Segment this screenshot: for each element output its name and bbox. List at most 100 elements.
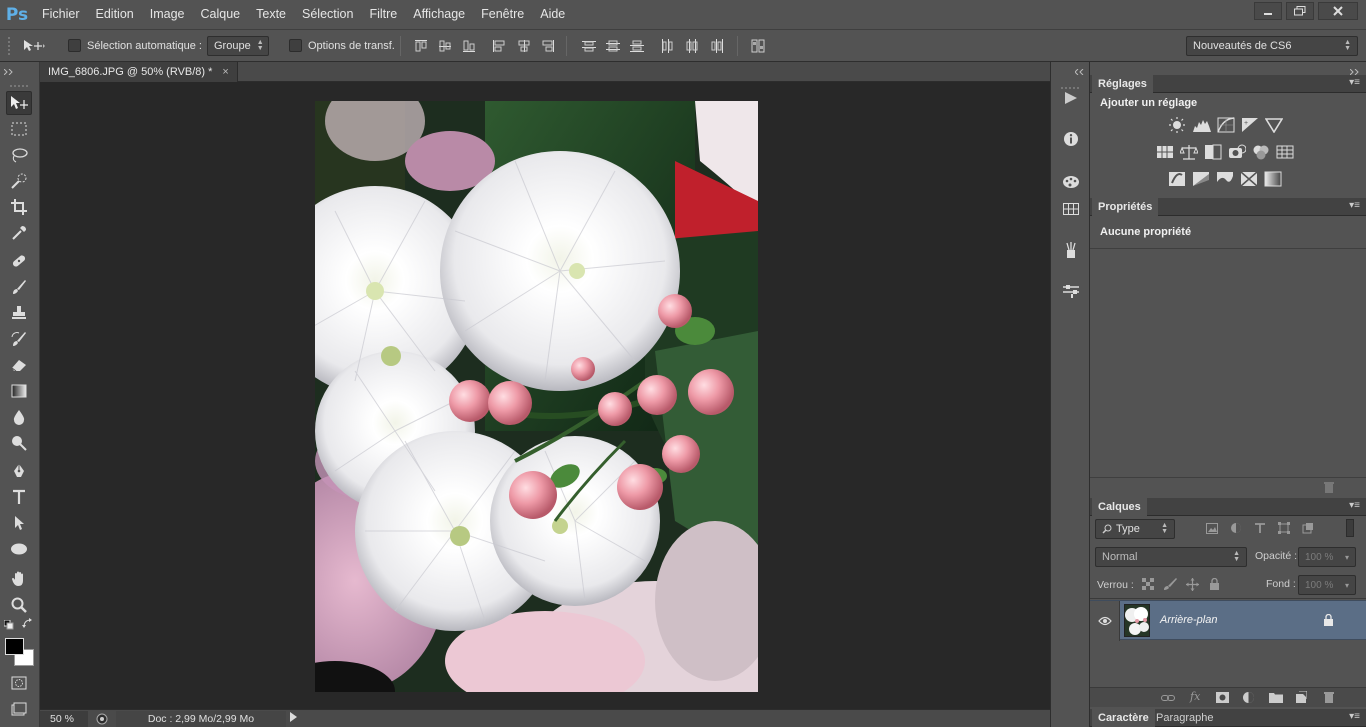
exposure-icon[interactable]: + — [1241, 117, 1259, 133]
healing-brush-tool-icon[interactable] — [6, 249, 32, 273]
menu-selection[interactable]: Sélection — [294, 0, 361, 29]
menu-fichier[interactable]: Fichier — [34, 0, 88, 29]
visibility-cell[interactable] — [1090, 601, 1120, 641]
align-bottom-edges-icon[interactable] — [462, 39, 476, 53]
filter-adjustment-layers-icon[interactable] — [1230, 522, 1242, 534]
opacity-field[interactable]: 100 % ▾ — [1298, 547, 1356, 567]
swatches-icon[interactable] — [1059, 198, 1083, 220]
fill-field[interactable]: 100 % ▾ — [1298, 575, 1356, 595]
invert-icon[interactable] — [1168, 171, 1186, 187]
menu-filtre[interactable]: Filtre — [361, 0, 405, 29]
gradient-map-icon[interactable] — [1264, 171, 1282, 187]
close-document-icon[interactable]: × — [222, 66, 228, 78]
move-tool-preset-icon[interactable] — [22, 30, 48, 61]
lock-transparent-pixels-icon[interactable] — [1142, 578, 1154, 590]
collapse-dock-icon[interactable] — [1074, 64, 1085, 78]
hand-tool-icon[interactable] — [6, 567, 32, 591]
filter-pixel-layers-icon[interactable] — [1206, 523, 1218, 534]
black-white-icon[interactable] — [1204, 144, 1222, 160]
layer-row-background[interactable]: Arrière-plan — [1090, 600, 1366, 641]
move-tool-icon[interactable] — [6, 91, 32, 115]
collapse-toolbar-icon[interactable] — [3, 64, 14, 78]
panel-menu-icon[interactable]: ▾≡ — [1349, 200, 1360, 211]
crop-tool-icon[interactable] — [6, 195, 32, 219]
auto-select-dropdown[interactable]: Groupe ▲ ▼ — [207, 35, 269, 56]
layer-name[interactable]: Arrière-plan — [1160, 614, 1217, 626]
panel-menu-icon[interactable]: ▾≡ — [1349, 500, 1360, 511]
align-vertical-centers-icon[interactable] — [438, 39, 452, 53]
distribute-left-icon[interactable] — [660, 39, 674, 53]
tab-layers[interactable]: Calques — [1092, 498, 1147, 516]
trash-icon[interactable] — [1323, 481, 1335, 493]
new-layer-icon[interactable] — [1295, 691, 1307, 703]
menu-calque[interactable]: Calque — [193, 0, 249, 29]
menu-edition[interactable]: Edition — [88, 0, 142, 29]
path-selection-tool-icon[interactable] — [6, 511, 32, 535]
workspace-switcher[interactable]: Nouveautés de CS6 ▲ ▼ — [1186, 35, 1358, 56]
proof-setup-icon[interactable] — [88, 713, 116, 725]
eye-icon[interactable] — [1098, 616, 1112, 626]
screen-mode-icon[interactable] — [6, 697, 32, 721]
filter-toggle-switch[interactable] — [1346, 519, 1354, 537]
threshold-icon[interactable] — [1216, 171, 1234, 187]
gradient-tool-icon[interactable] — [6, 379, 32, 403]
distribute-bottom-icon[interactable] — [630, 39, 644, 53]
filter-shape-layers-icon[interactable] — [1278, 522, 1290, 534]
actions-play-icon[interactable] — [1059, 87, 1083, 109]
eyedropper-tool-icon[interactable] — [6, 221, 32, 245]
blur-tool-icon[interactable] — [6, 405, 32, 429]
align-left-edges-icon[interactable] — [492, 39, 506, 53]
auto-select-option[interactable]: Sélection automatique : — [68, 30, 202, 61]
grip-handle[interactable] — [8, 30, 12, 61]
zoom-tool-icon[interactable] — [6, 593, 32, 617]
link-layers-icon[interactable] — [1161, 692, 1175, 704]
distribute-top-icon[interactable] — [582, 39, 596, 53]
delete-layer-icon[interactable] — [1323, 691, 1335, 703]
grip-handle[interactable] — [10, 77, 30, 91]
restore-icon[interactable] — [1286, 2, 1314, 20]
new-group-icon[interactable] — [1269, 691, 1283, 703]
tab-character[interactable]: Caractère — [1092, 709, 1155, 727]
tool-presets-icon[interactable] — [1059, 280, 1083, 302]
align-horizontal-centers-icon[interactable] — [517, 39, 531, 53]
channel-mixer-icon[interactable] — [1252, 144, 1270, 160]
fx-icon[interactable]: fx — [1190, 690, 1200, 703]
menu-affichage[interactable]: Affichage — [405, 0, 473, 29]
align-top-edges-icon[interactable] — [414, 39, 428, 53]
menu-aide[interactable]: Aide — [532, 0, 573, 29]
levels-icon[interactable] — [1193, 117, 1211, 133]
clone-stamp-tool-icon[interactable] — [6, 301, 32, 325]
layer-filter-dropdown[interactable]: Type ▲ ▼ — [1095, 519, 1175, 539]
color-palette-icon[interactable] — [1059, 171, 1083, 193]
color-lookup-icon[interactable] — [1276, 144, 1294, 160]
transform-checkbox[interactable] — [289, 39, 302, 52]
filter-type-layers-icon[interactable] — [1254, 522, 1266, 534]
hue-saturation-icon[interactable] — [1156, 144, 1174, 160]
panel-menu-icon[interactable]: ▾≡ — [1349, 77, 1360, 88]
menu-image[interactable]: Image — [142, 0, 193, 29]
vibrance-icon[interactable] — [1265, 117, 1283, 133]
auto-align-layers-icon[interactable] — [751, 39, 765, 53]
tab-adjustments[interactable]: Réglages — [1092, 75, 1153, 93]
quick-selection-tool-icon[interactable] — [6, 169, 32, 193]
add-mask-icon[interactable] — [1216, 692, 1229, 703]
document-image[interactable] — [315, 101, 758, 692]
distribute-horizontal-centers-icon[interactable] — [685, 39, 699, 53]
selective-color-icon[interactable] — [1240, 171, 1258, 187]
pen-tool-icon[interactable] — [6, 459, 32, 483]
ellipse-tool-icon[interactable] — [6, 537, 32, 561]
swap-colors-icon[interactable] — [22, 618, 33, 632]
default-colors-icon[interactable] — [3, 619, 14, 633]
color-balance-icon[interactable] — [1180, 144, 1198, 160]
history-brush-tool-icon[interactable] — [6, 327, 32, 351]
foreground-color-swatch[interactable] — [5, 638, 24, 655]
type-tool-icon[interactable] — [6, 485, 32, 509]
minimize-icon[interactable] — [1254, 2, 1282, 20]
align-right-edges-icon[interactable] — [541, 39, 555, 53]
brush-tool-icon[interactable] — [6, 275, 32, 299]
brush-presets-icon[interactable] — [1059, 239, 1083, 261]
panel-menu-icon[interactable]: ▾≡ — [1349, 711, 1360, 722]
lasso-tool-icon[interactable] — [6, 143, 32, 167]
brightness-contrast-icon[interactable] — [1168, 117, 1186, 133]
photo-filter-icon[interactable] — [1228, 144, 1246, 160]
